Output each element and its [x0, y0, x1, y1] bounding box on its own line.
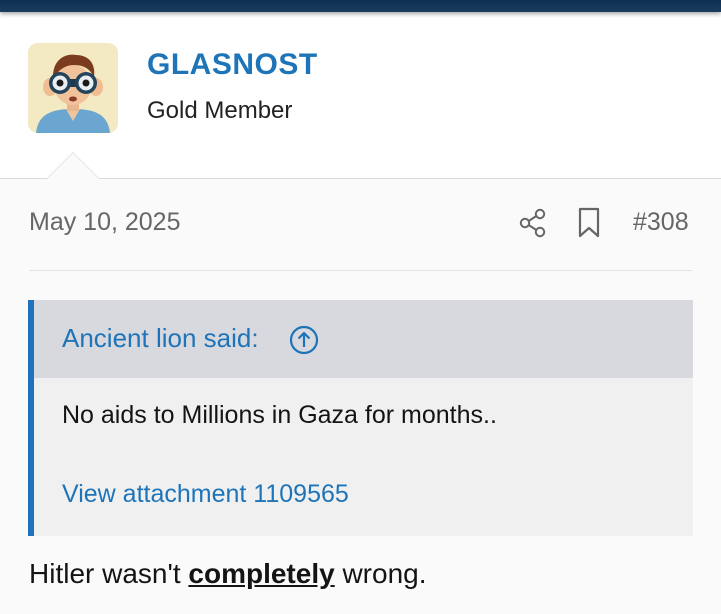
- post-date[interactable]: May 10, 2025: [29, 208, 181, 237]
- post-message: Hitler wasn't completely wrong.: [29, 558, 427, 590]
- quote-block: Ancient lion said: No aids to Millions i…: [28, 300, 693, 536]
- post-header-divider: [29, 270, 692, 271]
- post-user-header: GLASNOST Gold Member: [0, 12, 721, 179]
- message-pointer-arrow: [46, 152, 100, 179]
- bookmark-icon[interactable]: [577, 207, 601, 239]
- quote-text: No aids to Millions in Gaza for months..: [62, 401, 497, 429]
- man-with-binoculars-avatar-icon: [28, 43, 118, 133]
- share-icon[interactable]: [519, 208, 547, 238]
- username-link[interactable]: GLASNOST: [147, 48, 318, 82]
- quote-header: Ancient lion said:: [34, 300, 693, 378]
- message-text-before: Hitler wasn't: [29, 558, 189, 589]
- message-text-after: wrong.: [334, 558, 427, 589]
- top-navigation-bar: [0, 0, 721, 12]
- user-title: Gold Member: [147, 97, 293, 124]
- message-emphasis: completely: [188, 558, 335, 589]
- view-attachment-link[interactable]: View attachment 1109565: [62, 480, 349, 509]
- quote-author-link[interactable]: Ancient lion said:: [62, 323, 259, 354]
- user-avatar[interactable]: [28, 43, 118, 133]
- arrow-up-circle-icon[interactable]: [289, 325, 319, 355]
- post-number-link[interactable]: #308: [633, 208, 689, 237]
